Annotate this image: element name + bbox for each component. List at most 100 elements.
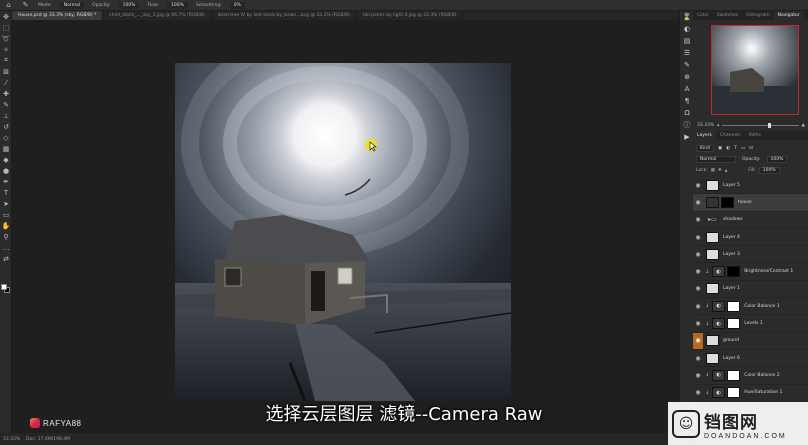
layer-mask-thumbnail[interactable] xyxy=(727,300,741,312)
gradient-tool-icon[interactable]: ▦ xyxy=(0,143,12,154)
layer-row[interactable]: ◉ Layer 4 xyxy=(693,229,808,247)
layer-mask-thumbnail[interactable] xyxy=(727,266,741,278)
brush-tool-icon[interactable]: ✎ xyxy=(0,99,12,110)
history-brush-tool-icon[interactable]: ↺ xyxy=(0,121,12,132)
layer-row[interactable]: ◉ ↓ ◐ Levels 1 xyxy=(693,315,808,333)
layer-thumbnail[interactable] xyxy=(706,335,719,347)
filter-smart-object-icon[interactable]: ⊡ xyxy=(749,146,753,151)
blur-tool-icon[interactable]: ◆ xyxy=(0,154,12,165)
type-tool-icon[interactable]: T xyxy=(0,187,12,198)
crop-tool-icon[interactable]: ⌗ xyxy=(0,55,12,66)
layer-thumbnail[interactable]: ◐ xyxy=(712,318,726,330)
zoom-out-icon[interactable]: ▴ xyxy=(717,123,719,128)
layer-name[interactable]: Layer 6 xyxy=(723,356,740,361)
lock-position-icon[interactable]: ✥ xyxy=(718,168,722,173)
status-zoom[interactable]: 33.33% xyxy=(3,437,20,442)
lock-all-icon[interactable]: 🔒︎ xyxy=(725,168,727,174)
layer-row[interactable]: ◉ ↓ ◐ Brightness/Contrast 1 xyxy=(693,263,808,281)
layer-row[interactable]: ◉ ↓ ◐ Color Balance 2 xyxy=(693,367,808,385)
layer-name[interactable]: Levels 1 xyxy=(744,321,763,326)
eraser-tool-icon[interactable]: ◇ xyxy=(0,132,12,143)
mode-select[interactable]: Normal xyxy=(59,1,85,9)
layer-name[interactable]: house xyxy=(738,200,752,205)
tab-navigator[interactable]: Navigator xyxy=(773,11,804,20)
layer-name[interactable]: Layer 5 xyxy=(723,183,740,188)
marquee-tool-icon[interactable]: ⬚ xyxy=(0,22,12,33)
visibility-eye-icon[interactable]: ◉ xyxy=(693,389,703,396)
glyphs-panel-icon[interactable]: Ω xyxy=(680,107,694,119)
zoom-in-icon[interactable]: ▲ xyxy=(802,123,805,128)
tab-layers[interactable]: Layers xyxy=(693,131,716,140)
tab-paths[interactable]: Paths xyxy=(745,131,765,140)
layer-name[interactable]: Layer 3 xyxy=(723,252,740,257)
more-tools-icon[interactable]: … xyxy=(0,242,12,253)
visibility-eye-icon[interactable]: ◉ xyxy=(693,216,703,223)
tab-color[interactable]: Color xyxy=(693,11,713,20)
blend-mode-select[interactable]: Normal xyxy=(696,156,736,163)
layer-thumbnail[interactable] xyxy=(706,248,719,260)
folder-icon[interactable]: ▸▭ xyxy=(706,214,719,225)
actions-panel-icon[interactable]: ▶ xyxy=(680,131,694,143)
visibility-eye-icon[interactable]: ◉ xyxy=(693,268,703,275)
dodge-tool-icon[interactable]: ● xyxy=(0,165,12,176)
layer-name[interactable]: Brightness/Contrast 1 xyxy=(744,269,793,274)
visibility-eye-icon[interactable]: ◉ xyxy=(693,285,703,292)
clone-source-panel-icon[interactable]: ⊕ xyxy=(680,71,694,83)
layer-thumbnail[interactable]: ◐ xyxy=(712,266,726,278)
filter-adjustment-icon[interactable]: ◐ xyxy=(726,146,730,151)
navigator-preview[interactable] xyxy=(711,25,799,115)
history-panel-icon[interactable]: ⌛ xyxy=(680,11,694,23)
layer-thumbnail[interactable] xyxy=(706,352,719,364)
filter-type-icon[interactable]: T xyxy=(734,146,737,151)
fill-field[interactable]: 100% xyxy=(758,167,780,174)
lasso-tool-icon[interactable]: ➰ xyxy=(0,33,12,44)
layer-mask-thumbnail[interactable] xyxy=(727,387,741,399)
filter-shape-icon[interactable]: ▭ xyxy=(741,146,745,151)
foreground-color-swatch[interactable] xyxy=(1,284,7,290)
layer-mask-thumbnail[interactable] xyxy=(727,369,741,381)
layer-thumbnail[interactable] xyxy=(706,231,719,243)
tab-channels[interactable]: Channels xyxy=(716,131,745,140)
opacity-field[interactable]: 100% xyxy=(118,1,140,9)
swap-colors-icon[interactable]: ⇄ xyxy=(0,253,12,264)
layer-name[interactable]: ground xyxy=(723,338,739,343)
brushes-panel-icon[interactable]: ✎ xyxy=(680,59,694,71)
zoom-slider-knob[interactable] xyxy=(768,122,772,128)
layer-thumbnail[interactable] xyxy=(706,196,719,208)
layer-row[interactable]: ◉ ↓ ◐ Color Balance 1 xyxy=(693,298,808,316)
tab-swatches[interactable]: Swatches xyxy=(713,11,743,20)
navigator-zoom-value[interactable]: 33.33% xyxy=(697,123,714,128)
layer-opacity-field[interactable]: 100% xyxy=(766,156,788,163)
layer-row[interactable]: ◉ ground xyxy=(693,332,808,350)
layer-mask-thumbnail[interactable] xyxy=(721,196,734,208)
layer-name[interactable]: Layer 4 xyxy=(723,235,740,240)
hand-tool-icon[interactable]: ✋ xyxy=(0,220,12,231)
layer-kind-filter[interactable]: Kind xyxy=(696,144,714,152)
zoom-tool-icon[interactable]: ⚲ xyxy=(0,231,12,242)
visibility-eye-icon[interactable]: ◉ xyxy=(693,372,703,379)
layer-row[interactable]: ◉ Layer 1 xyxy=(693,281,808,299)
layer-row[interactable]: ◉ Layer 5 xyxy=(693,177,808,195)
flow-field[interactable]: 100% xyxy=(167,1,188,9)
layer-name[interactable]: Layer 1 xyxy=(723,286,740,291)
eyedropper-tool-icon[interactable]: ⁄ xyxy=(0,77,12,88)
visibility-eye-icon[interactable]: ◉ xyxy=(693,332,703,349)
clone-stamp-tool-icon[interactable]: ⊥ xyxy=(0,110,12,121)
layer-mask-thumbnail[interactable] xyxy=(727,318,741,330)
layer-thumbnail[interactable]: ◐ xyxy=(712,300,726,312)
visibility-eye-icon[interactable]: ◉ xyxy=(693,234,703,241)
layer-name[interactable]: shadows xyxy=(723,217,743,222)
pen-tool-icon[interactable]: ✒ xyxy=(0,176,12,187)
quick-select-tool-icon[interactable]: ✧ xyxy=(0,44,12,55)
visibility-eye-icon[interactable]: ◉ xyxy=(693,320,703,327)
adjustments-panel-icon[interactable]: ◐ xyxy=(680,23,694,35)
layer-thumbnail[interactable]: ◐ xyxy=(712,387,726,399)
layer-thumbnail[interactable] xyxy=(706,283,719,295)
layer-thumbnail[interactable]: ◐ xyxy=(712,369,726,381)
move-tool-icon[interactable]: ✥ xyxy=(0,11,12,22)
layer-row[interactable]: ◉ Layer 3 xyxy=(693,246,808,264)
lock-pixels-icon[interactable]: ▦ xyxy=(711,168,715,173)
visibility-eye-icon[interactable]: ◉ xyxy=(693,251,703,258)
tab-tall-palms[interactable]: tall palms by light 4.jpg @ 33.3% (RGB/8… xyxy=(357,11,464,20)
tab-child-stock[interactable]: child_stock_..._sky_1.jpg @ 66.7% (RGB/8… xyxy=(103,11,212,20)
